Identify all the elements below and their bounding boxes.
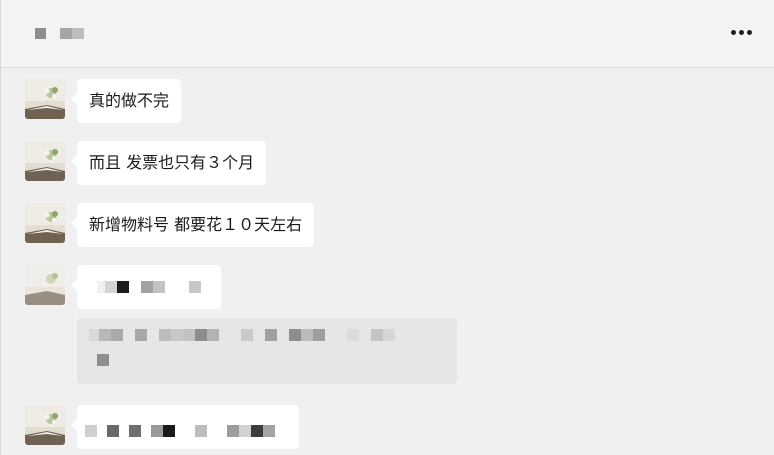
message-bubble[interactable]: 而且 发票也只有３个月 <box>70 141 267 185</box>
avatar[interactable] <box>25 405 65 445</box>
message-bubble[interactable]: 新增物料号 都要花１０天左右 <box>70 203 315 247</box>
avatar[interactable] <box>25 141 65 181</box>
avatar[interactable] <box>25 203 65 243</box>
redacted-text <box>97 281 201 293</box>
message-bubble-redacted[interactable] <box>71 405 299 449</box>
redacted-quote-line-2 <box>97 354 109 366</box>
more-options-icon[interactable] <box>727 22 755 42</box>
chat-header <box>1 0 774 68</box>
message-text: 真的做不完 <box>89 91 170 110</box>
redacted-quote-line-1 <box>89 329 395 341</box>
avatar[interactable] <box>25 79 65 119</box>
message-bubble-redacted[interactable] <box>71 265 221 309</box>
quoted-message-redacted[interactable] <box>77 318 457 384</box>
chat-window: 真的做不完 而且 发票也只有３个月 新增物料号 都要花１０天左右 <box>0 0 774 455</box>
message-text: 新增物料号 都要花１０天左右 <box>89 215 303 234</box>
chat-title-redacted <box>35 26 84 40</box>
message-text: 而且 发票也只有３个月 <box>89 153 255 172</box>
avatar[interactable] <box>25 265 65 305</box>
redacted-text <box>85 425 275 437</box>
message-bubble[interactable]: 真的做不完 <box>70 79 182 123</box>
